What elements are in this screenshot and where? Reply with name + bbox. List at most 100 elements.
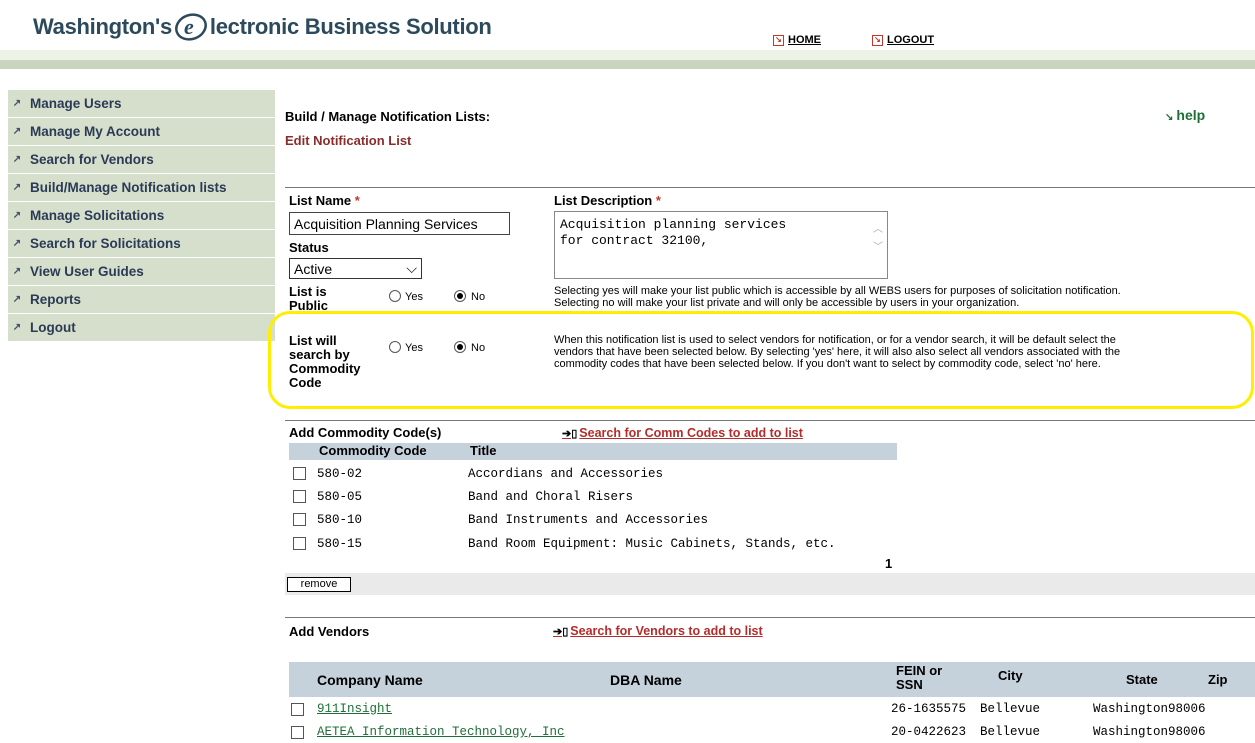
search-vendors-link[interactable]: ➔▯ Search for Vendors to add to list xyxy=(553,624,763,638)
commodity-yes-label: Yes xyxy=(405,342,423,354)
public-yes-label: Yes xyxy=(405,291,423,303)
status-label: Status xyxy=(289,240,329,255)
commodity-code: 580-02 xyxy=(317,466,363,481)
add-page-icon: ➔▯ xyxy=(562,427,578,440)
list-public-label: List is Public xyxy=(289,284,329,313)
arrow-up-right-icon: ↗ xyxy=(12,210,22,221)
logout-link[interactable]: LOGOUT xyxy=(887,34,934,46)
vendor-city: Bellevue xyxy=(980,725,1041,739)
table-row: 580-10 Band Instruments and Accessories xyxy=(289,508,897,531)
arrow-up-right-icon: ↗ xyxy=(12,294,22,305)
col-state: State xyxy=(1126,672,1158,687)
arrow-up-right-icon: ↗ xyxy=(12,266,22,277)
commodity-code: 580-15 xyxy=(317,536,363,551)
arrow-icon: ↘ xyxy=(773,34,784,46)
sidebar-item-user-guides[interactable]: ↗ View User Guides xyxy=(8,258,275,285)
required-mark: * xyxy=(655,193,661,208)
row-checkbox[interactable] xyxy=(291,725,304,739)
col-zip: Zip xyxy=(1208,672,1228,687)
col-commodity-code: Commodity Code xyxy=(319,443,427,458)
sidebar-item-manage-users[interactable]: ↗ Manage Users xyxy=(8,90,275,117)
sidebar: ↗ Manage Users ↗ Manage My Account ↗ Search… xyxy=(8,90,275,342)
row-checkbox[interactable] xyxy=(293,490,306,503)
row-checkbox[interactable] xyxy=(293,537,306,550)
arrow-down-right-icon: ↘ xyxy=(1165,112,1174,123)
row-checkbox[interactable] xyxy=(293,513,306,526)
commodity-note: When this notification list is used to s… xyxy=(554,334,1121,370)
pagination-page-number[interactable]: 1 xyxy=(885,556,892,571)
vendor-state: Washington xyxy=(1093,702,1169,716)
sidebar-item-notification-lists[interactable]: ↗ Build/Manage Notification lists xyxy=(8,174,275,201)
table-row: AETEA Information Technology, Inc 20-042… xyxy=(289,721,1255,743)
table-row: 580-15 Band Room Equipment: Music Cabine… xyxy=(289,532,897,555)
sidebar-item-logout[interactable]: ↗ Logout xyxy=(8,314,275,341)
public-no-radio[interactable] xyxy=(454,290,466,302)
col-fein-ssn: FEIN or SSN xyxy=(896,663,943,692)
table-row: 911Insight 26-1635575 Bellevue Washingto… xyxy=(289,698,1255,720)
textarea-scroll-arrows-icon[interactable]: ︿ ﹀ xyxy=(873,222,883,258)
site-title-prefix: Washington's xyxy=(33,14,172,39)
vendor-zip: 98006 xyxy=(1168,702,1206,716)
commodity-table-header: Commodity Code Title xyxy=(289,443,897,460)
required-mark: * xyxy=(354,193,360,208)
list-description-textarea[interactable]: Acquisition planning services for contra… xyxy=(554,211,888,279)
sidebar-item-search-solicitations[interactable]: ↗ Search for Solicitations xyxy=(8,230,275,257)
list-name-input[interactable] xyxy=(289,212,510,235)
site-title: Washington's e lectronic Business Soluti… xyxy=(33,12,492,42)
commodity-yes-radio[interactable] xyxy=(389,341,401,353)
commodity-top-divider xyxy=(285,420,1255,421)
sidebar-item-label: View User Guides xyxy=(30,264,144,279)
sidebar-item-label: Search for Solicitations xyxy=(30,236,181,251)
nav-home[interactable]: ↘ HOME xyxy=(773,34,821,46)
vendor-fein: 26-1635575 xyxy=(891,702,967,716)
col-dba-name: DBA Name xyxy=(610,672,682,688)
page-subtitle: Edit Notification List xyxy=(285,133,412,148)
row-checkbox[interactable] xyxy=(291,702,304,716)
table-row: 580-02 Accordians and Accessories xyxy=(289,462,897,485)
arrow-up-right-icon: ↗ xyxy=(12,154,22,165)
arrow-icon: ↘ xyxy=(872,34,883,46)
arrow-up-right-icon: ↗ xyxy=(12,98,22,109)
sidebar-item-label: Manage Solicitations xyxy=(30,208,165,223)
home-link[interactable]: HOME xyxy=(788,34,821,46)
vendor-company-link[interactable]: AETEA Information Technology, Inc xyxy=(317,725,891,739)
sidebar-item-search-vendors[interactable]: ↗ Search for Vendors xyxy=(8,146,275,173)
public-note: Selecting yes will make your list public… xyxy=(554,285,1121,309)
search-comm-codes-link[interactable]: ➔▯ Search for Comm Codes to add to list xyxy=(562,426,803,440)
form-top-divider xyxy=(285,187,1255,188)
vendor-state: Washington xyxy=(1093,725,1169,739)
row-checkbox[interactable] xyxy=(293,467,306,480)
status-select[interactable]: Active ⌵ xyxy=(289,258,422,279)
commodity-no-radio[interactable] xyxy=(454,341,466,353)
help-label: help xyxy=(1176,107,1206,123)
col-city: City xyxy=(998,668,1023,683)
commodity-search-label: List will search by Commodity Code xyxy=(289,333,361,390)
public-yes-radio[interactable] xyxy=(389,290,401,302)
commodity-code: 580-05 xyxy=(317,489,363,504)
page-title: Build / Manage Notification Lists: xyxy=(285,109,491,124)
sidebar-item-label: Logout xyxy=(30,320,76,335)
col-company-name: Company Name xyxy=(317,672,423,688)
sidebar-item-label: Reports xyxy=(30,292,82,307)
table-row: 580-05 Band and Choral Risers xyxy=(289,485,897,508)
commodity-section-label: Add Commodity Code(s) xyxy=(289,425,442,440)
remove-button[interactable]: remove xyxy=(287,577,351,592)
status-selected-value: Active xyxy=(294,260,333,277)
commodity-title: Band Room Equipment: Music Cabinets, Sta… xyxy=(468,536,836,551)
vendor-company-link[interactable]: 911Insight xyxy=(317,702,891,716)
col-title: Title xyxy=(470,443,497,458)
sidebar-item-label: Manage Users xyxy=(30,96,122,111)
arrow-up-right-icon: ↗ xyxy=(12,126,22,137)
sidebar-item-manage-solicitations[interactable]: ↗ Manage Solicitations xyxy=(8,202,275,229)
sidebar-item-reports[interactable]: ↗ Reports xyxy=(8,286,275,313)
svg-text:e: e xyxy=(184,14,194,39)
nav-logout[interactable]: ↘ LOGOUT xyxy=(872,34,934,46)
help-link[interactable]: ↘ help xyxy=(1165,107,1205,123)
arrow-up-right-icon: ↗ xyxy=(12,322,22,333)
commodity-no-label: No xyxy=(471,342,486,354)
list-name-label: List Name * xyxy=(289,193,360,208)
e-logo-icon: e xyxy=(174,13,207,41)
vendor-city: Bellevue xyxy=(980,702,1041,716)
chevron-down-icon: ⌵ xyxy=(406,260,417,276)
sidebar-item-manage-account[interactable]: ↗ Manage My Account xyxy=(8,118,275,145)
